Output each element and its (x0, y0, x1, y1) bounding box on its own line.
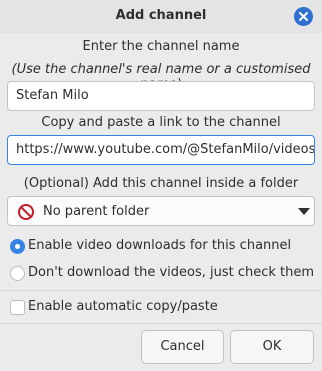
add-channel-dialog: Add channel Enter the channel name (Use … (0, 0, 322, 371)
title-bar: Add channel (0, 0, 322, 33)
channel-url-input[interactable]: https://www.youtube.com/@StefanMilo/vide… (7, 135, 315, 165)
auto-copy-paste-checkbox[interactable] (10, 300, 25, 315)
parent-folder-dropdown[interactable]: No parent folder (7, 196, 315, 226)
folder-label: (Optional) Add this channel inside a fol… (23, 176, 299, 191)
radio-enable-downloads-label: Enable video downloads for this channel (28, 238, 292, 253)
radio-button-unchecked[interactable] (10, 266, 25, 281)
close-icon (299, 12, 308, 21)
separator (0, 290, 322, 291)
cancel-button[interactable]: Cancel (141, 330, 224, 364)
ok-button[interactable]: OK (230, 330, 314, 364)
channel-name-label: Enter the channel name (82, 39, 240, 54)
no-entry-icon (18, 204, 34, 220)
radio-button-checked[interactable] (10, 239, 25, 254)
close-button[interactable] (294, 7, 313, 26)
channel-name-input[interactable]: Stefan Milo (7, 81, 315, 111)
dropdown-arrow-icon (298, 208, 310, 215)
auto-copy-paste-label: Enable automatic copy/paste (28, 299, 218, 314)
separator (0, 323, 322, 324)
dialog-title: Add channel (115, 8, 207, 23)
parent-folder-selected: No parent folder (43, 204, 150, 219)
radio-just-check-label: Don't download the videos, just check th… (28, 265, 315, 280)
channel-url-label: Copy and paste a link to the channel (41, 115, 281, 130)
